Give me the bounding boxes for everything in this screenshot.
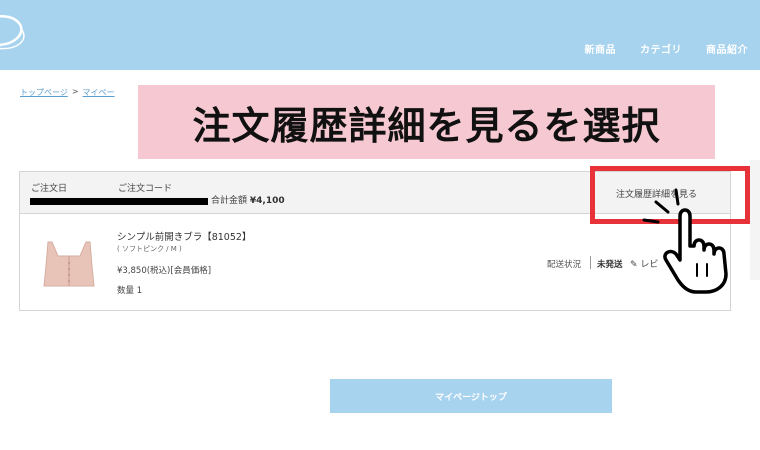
breadcrumb-home[interactable]: トップページ — [20, 87, 68, 98]
nav-product-intro[interactable]: 商品紹介 — [706, 41, 748, 56]
breadcrumb: トップページ > マイペー — [20, 87, 115, 98]
order-code-label: ご注文コード — [118, 184, 173, 194]
order-date-label: ご注文日 — [31, 184, 68, 194]
logo-icon[interactable] — [0, 12, 28, 54]
product-image[interactable] — [38, 236, 100, 292]
instruction-banner: 注文履歴詳細を見るを選択 — [138, 85, 715, 159]
product-quantity: 数量 1 — [117, 284, 142, 296]
redaction-bar — [30, 198, 208, 205]
breadcrumb-mypage[interactable]: マイペー — [83, 87, 115, 98]
total-value: ¥4,100 — [249, 196, 285, 206]
shipping-status-label: 配送状況 — [547, 260, 582, 270]
mypage-top-button[interactable]: マイページトップ — [330, 379, 612, 413]
main-nav: 新商品 カテゴリ 商品紹介 — [585, 41, 749, 56]
shipping-divider — [590, 256, 591, 269]
pointing-hand-icon — [642, 188, 728, 294]
breadcrumb-separator: > — [71, 87, 79, 96]
quantity-label: 数量 — [117, 286, 135, 296]
product-name[interactable]: シンプル前開きブラ【81052】 — [117, 229, 251, 243]
mypage-top-label: マイページトップ — [435, 392, 507, 403]
pencil-icon: ✎ — [630, 260, 638, 270]
instruction-text: 注文履歴詳細を見るを選択 — [192, 103, 661, 148]
order-total: 合計金額 ¥4,100 — [211, 193, 285, 206]
product-price: ¥3,850(税込)[会員価格] — [117, 266, 212, 276]
nav-new-products[interactable]: 新商品 — [585, 41, 617, 56]
product-variant: ( ソフトピンク / M ) — [117, 245, 182, 253]
nav-category[interactable]: カテゴリ — [640, 41, 682, 56]
side-strip — [750, 160, 760, 280]
total-label: 合計金額 — [211, 196, 248, 206]
quantity-value: 1 — [136, 286, 143, 296]
shipping-status-value: 未発送 — [597, 260, 623, 270]
site-header: 新商品 カテゴリ 商品紹介 — [0, 0, 760, 70]
